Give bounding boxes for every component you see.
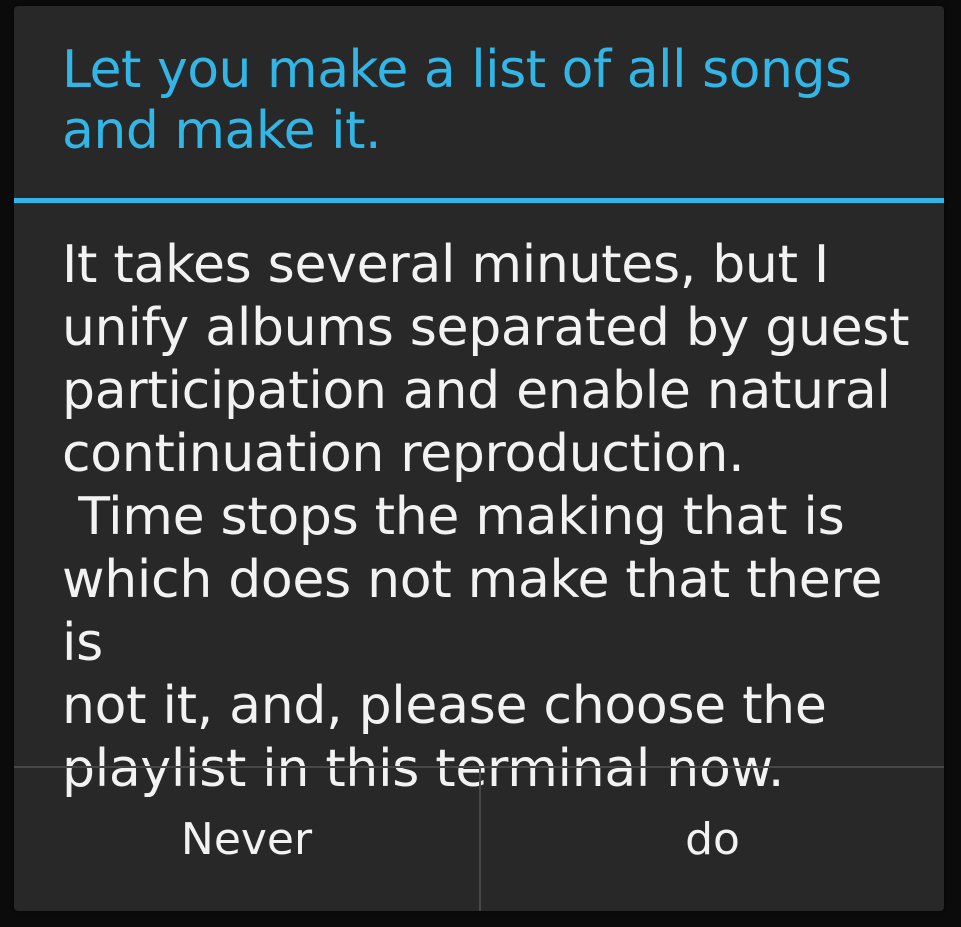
- alert-dialog: Let you make a list of all songs and mak…: [14, 6, 944, 911]
- dialog-message: It takes several minutes, but I unify al…: [62, 235, 910, 799]
- never-button[interactable]: Never: [14, 768, 479, 911]
- dialog-title: Let you make a list of all songs and mak…: [62, 40, 852, 161]
- do-button[interactable]: do: [481, 768, 944, 911]
- title-divider: [14, 198, 944, 203]
